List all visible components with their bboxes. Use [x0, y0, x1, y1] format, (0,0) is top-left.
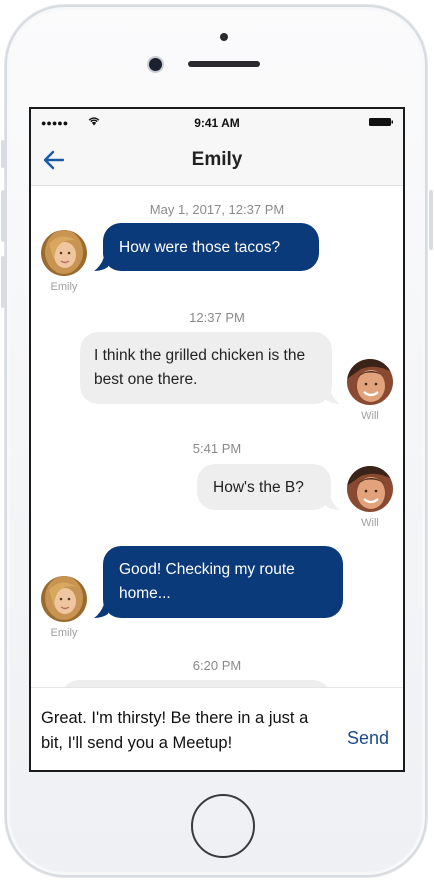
message-composer: Great. I'm thirsty! Be there in a just a… [31, 687, 403, 770]
message-bubble-sent[interactable]: How were those tacos? [103, 223, 319, 271]
sender-name: Will [361, 517, 379, 529]
screen: ●●●●● 9:41 AM Emily May 1, 2017, 12:37 P… [29, 107, 405, 772]
avatar-will-image [347, 359, 393, 405]
status-bar: ●●●●● 9:41 AM [31, 109, 403, 135]
sender-name: Emily [50, 281, 78, 293]
navigation-bar: Emily [31, 135, 403, 186]
message-bubble-received[interactable]: I think the grilled chicken is the best … [80, 332, 332, 404]
avatar-emily[interactable] [41, 230, 87, 276]
message-list[interactable]: May 1, 2017, 12:37 PM Emily How were tho… [31, 186, 403, 720]
sender-name: Emily [50, 627, 78, 639]
message-timestamp: 5:41 PM [192, 441, 242, 456]
power-button [429, 190, 433, 250]
front-camera [149, 58, 162, 71]
mute-switch [1, 140, 5, 168]
home-button[interactable] [191, 794, 255, 858]
avatar-will-image [347, 466, 393, 512]
message-bubble-received[interactable]: How's the B? [197, 464, 331, 510]
proximity-sensor [220, 33, 228, 41]
status-time: 9:41 AM [194, 116, 240, 130]
avatar-emily-image [41, 230, 87, 276]
bubble-tail [94, 257, 108, 271]
avatar-emily[interactable] [41, 576, 87, 622]
message-timestamp: 12:37 PM [189, 310, 245, 325]
earpiece-speaker [188, 61, 260, 67]
volume-up-button [1, 190, 5, 242]
bubble-tail [94, 604, 108, 618]
volume-down-button [1, 256, 5, 308]
avatar-will[interactable] [347, 466, 393, 512]
avatar-emily-image [41, 576, 87, 622]
conversation-title: Emily [191, 149, 243, 170]
avatar-will[interactable] [347, 359, 393, 405]
send-button[interactable]: Send [347, 728, 389, 749]
message-input[interactable]: Great. I'm thirsty! Be there in a just a… [41, 706, 333, 756]
bubble-tail [326, 390, 340, 404]
sender-name: Will [361, 410, 379, 422]
message-bubble-sent[interactable]: Good! Checking my route home... [103, 546, 343, 618]
message-timestamp: May 1, 2017, 12:37 PM [149, 202, 285, 217]
message-timestamp: 6:20 PM [192, 658, 242, 673]
battery-icon [369, 118, 393, 126]
bubble-tail [326, 496, 340, 510]
